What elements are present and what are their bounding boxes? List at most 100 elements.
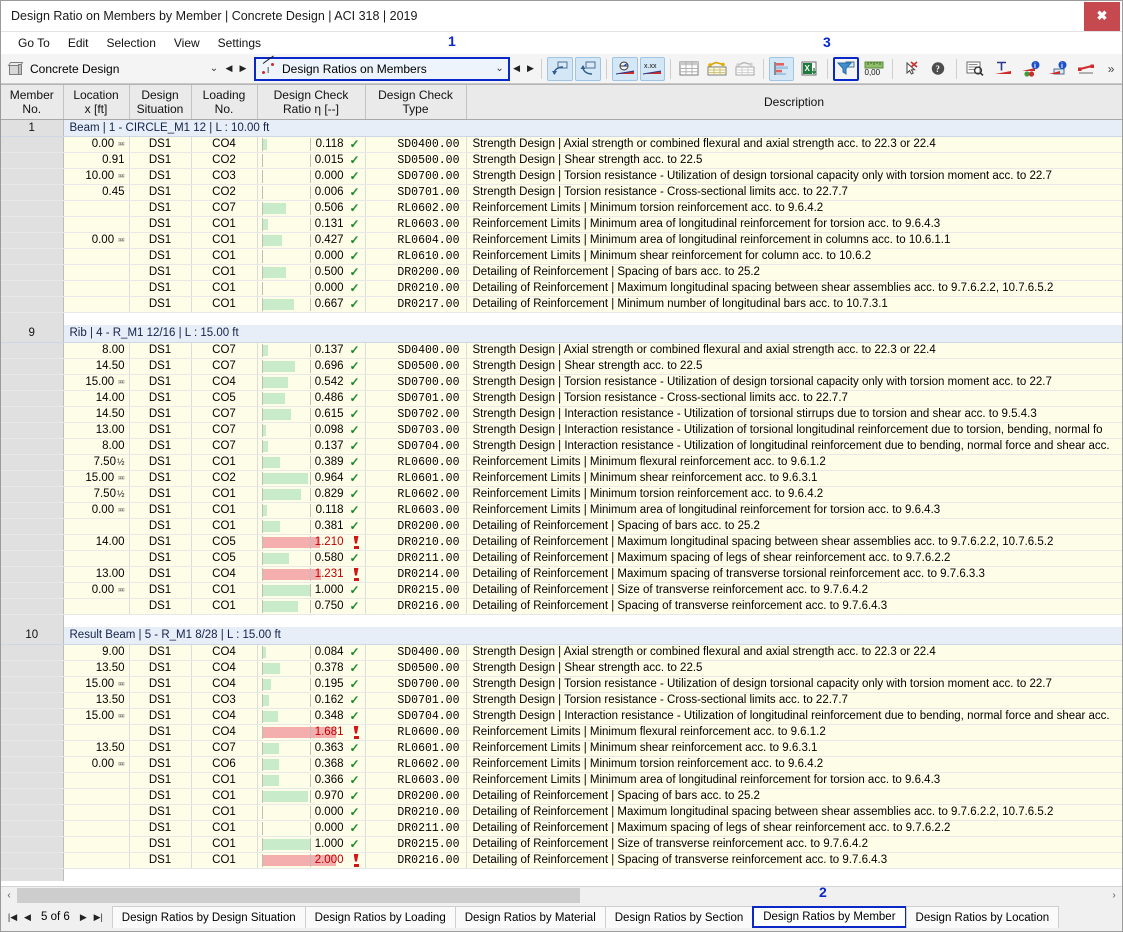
table-row[interactable]: 14.00 DS1 CO5 1.210 DR0210.00 Detailing of Re… [1, 534, 1122, 551]
table-prev-button[interactable]: ◀ [510, 63, 524, 74]
help-icon[interactable]: ? [925, 57, 951, 81]
horizontal-scrollbar[interactable]: ‹ › 2 [1, 884, 1122, 903]
group-header-row[interactable]: 9 Rib | 4 - R_M1 12/16 | L : 15.00 ft [1, 325, 1122, 343]
menu-item-settings[interactable]: Settings [209, 34, 270, 52]
table-row[interactable]: 14.00 DS1 CO5 0.486 ✓ SD0701.00 Strength Desig… [1, 390, 1122, 407]
menu-item-view[interactable]: View [165, 34, 209, 52]
table-row[interactable]: DS1 CO1 0.750 ✓ DR0216.00 Detailing of Reinfo… [1, 598, 1122, 615]
menu-item-go-to[interactable]: Go To [9, 34, 59, 52]
table-row[interactable]: 0.00 ≖ DS1 CO1 0.118 ✓ RL0603.00 Reinforcement … [1, 502, 1122, 519]
page-next-button[interactable]: ▶ [76, 912, 91, 923]
scroll-right-button[interactable]: › [1106, 890, 1122, 901]
module-next-button[interactable]: ▶ [236, 63, 250, 74]
module-combo[interactable]: Concrete Design ⌄ ◀ ▶ [1, 57, 250, 81]
scroll-track[interactable] [17, 887, 1106, 903]
chart-icon[interactable] [768, 56, 795, 81]
col-header-design-check-ratio[interactable]: Design Check Ratio η [--] [257, 85, 366, 120]
col-header-location[interactable]: Location x [ft] [63, 85, 130, 120]
table-row[interactable]: DS1 CO4 1.681 RL0600.00 Reinforcement Limits… [1, 724, 1122, 741]
chevron-down-icon[interactable]: ⌄ [206, 63, 222, 74]
table-all-icon[interactable] [676, 57, 702, 81]
table-row[interactable]: DS1 CO1 0.131 ✓ RL0603.00 Reinforcement Limit… [1, 216, 1122, 233]
table-row[interactable]: DS1 CO1 0.366 ✓ RL0603.00 Reinforcement Limit… [1, 772, 1122, 789]
table-row[interactable]: 0.00 ≖ DS1 CO4 0.118 ✓ SD0400.00 Strength Desig… [1, 136, 1122, 153]
table-row[interactable]: 15.00 ≖ DS1 CO2 0.964 ✓ RL0601.00 Reinforcement… [1, 470, 1122, 487]
col-header-design-situation[interactable]: Design Situation [129, 85, 192, 120]
module-prev-button[interactable]: ◀ [222, 63, 236, 74]
table-row[interactable]: 8.00 DS1 CO7 0.137 ✓ SD0704.00 Strength Design… [1, 438, 1122, 455]
info-colors-icon[interactable]: i [1018, 57, 1044, 81]
table-filled-icon[interactable] [704, 57, 730, 81]
select-in-table-icon[interactable] [575, 56, 601, 81]
table-selector-combo[interactable]: I Design Ratios on Members ⌄ [254, 54, 510, 81]
tab-design-ratios-by-member[interactable]: Design Ratios by Member [752, 906, 907, 928]
group-header-row[interactable]: 10 Result Beam | 5 - R_M1 8/28 | L : 15.0… [1, 627, 1122, 645]
table-row[interactable]: 15.00 ≖ DS1 CO4 0.195 ✓ SD0700.00 Strength Desi… [1, 676, 1122, 693]
table-row[interactable]: DS1 CO1 0.381 ✓ DR0200.00 Detailing of Reinfo… [1, 518, 1122, 535]
group-header-row[interactable]: 1 Beam | 1 - CIRCLE_M1 12 | L : 10.00 ft [1, 119, 1122, 137]
tab-design-ratios-by-loading[interactable]: Design Ratios by Loading [304, 906, 456, 928]
table-row[interactable]: DS1 CO1 0.000 ✓ DR0210.00 Detailing of Reinfo… [1, 280, 1122, 297]
table-row[interactable]: 0.00 ≖ DS1 CO1 1.000 ✓ DR0215.00 Detailing of R… [1, 582, 1122, 599]
col-header-design-check-type[interactable]: Design Check Type [365, 85, 467, 120]
table-row[interactable]: 14.50 DS1 CO7 0.696 ✓ SD0500.00 Strength Desig… [1, 358, 1122, 375]
table-row[interactable]: 14.50 DS1 CO7 0.615 ✓ SD0702.00 Strength Desig… [1, 406, 1122, 423]
show-results-icon[interactable] [611, 56, 638, 81]
table-row[interactable]: 7.50½ DS1 CO1 0.389 ✓ RL0600.00 Reinforcement … [1, 454, 1122, 471]
table-row[interactable]: 13.50 DS1 CO4 0.378 ✓ SD0500.00 Strength Desig… [1, 660, 1122, 677]
select-in-graphic-icon[interactable] [547, 56, 574, 81]
page-prev-button[interactable]: ◀ [20, 912, 35, 923]
table-row[interactable]: 9.00 DS1 CO4 0.084 ✓ SD0400.00 Strength Design… [1, 644, 1122, 661]
tab-design-ratios-by-material[interactable]: Design Ratios by Material [454, 906, 606, 928]
table-row[interactable]: 13.00 DS1 CO4 1.231 DR0214.00 Detailing of Re… [1, 566, 1122, 583]
reference-icon[interactable] [1073, 57, 1099, 81]
scroll-thumb[interactable] [17, 887, 580, 903]
menu-item-edit[interactable]: Edit [59, 34, 98, 52]
col-header-member-no[interactable]: Member No. [1, 85, 64, 120]
col-header-description[interactable]: Description [466, 85, 1122, 120]
table-row[interactable]: DS1 CO1 2.000 DR0216.00 Detailing of Reinfor… [1, 852, 1122, 869]
table-row[interactable]: 7.50½ DS1 CO1 0.829 ✓ RL0602.00 Reinforcement … [1, 486, 1122, 503]
table-row[interactable]: 0.91 DS1 CO2 0.015 ✓ SD0500.00 Strength Design… [1, 152, 1122, 169]
table-row[interactable]: 15.00 ≖ DS1 CO4 0.542 ✓ SD0700.00 Strength Desi… [1, 374, 1122, 391]
table-row[interactable]: 8.00 DS1 CO7 0.137 ✓ SD0400.00 Strength Design… [1, 342, 1122, 359]
tab-design-ratios-by-location[interactable]: Design Ratios by Location [905, 906, 1060, 928]
info-marker-icon[interactable]: i [1046, 57, 1072, 81]
page-first-button[interactable]: |◀ [5, 912, 20, 923]
table-row[interactable]: 0.00 ≖ DS1 CO1 0.427 ✓ RL0604.00 Reinforcement … [1, 232, 1122, 249]
find-icon[interactable] [962, 57, 988, 81]
show-values-icon[interactable]: x.xx [639, 56, 666, 81]
col-header-loading-no[interactable]: Loading No. [191, 85, 258, 120]
table-body[interactable]: 1 Beam | 1 - CIRCLE_M1 12 | L : 10.00 ft 0… [1, 119, 1122, 881]
decimal-places-icon[interactable]: 0,00 [861, 57, 887, 81]
table-row[interactable]: 13.50 DS1 CO3 0.162 ✓ SD0701.00 Strength Desig… [1, 692, 1122, 709]
export-excel-icon[interactable]: X [796, 57, 822, 81]
filter-icon[interactable] [833, 56, 859, 81]
table-row[interactable]: 15.00 ≖ DS1 CO4 0.348 ✓ SD0704.00 Strength Desi… [1, 708, 1122, 725]
table-row[interactable]: DS1 CO1 0.970 ✓ DR0200.00 Detailing of Reinfo… [1, 788, 1122, 805]
table-row[interactable]: DS1 CO7 0.506 ✓ RL0602.00 Reinforcement Limit… [1, 200, 1122, 217]
table-row[interactable]: DS1 CO1 0.000 ✓ RL0610.00 Reinforcement Limit… [1, 248, 1122, 265]
table-row[interactable]: 13.50 DS1 CO7 0.363 ✓ RL0601.00 Reinforcement … [1, 740, 1122, 757]
table-row[interactable]: 13.00 DS1 CO7 0.098 ✓ SD0703.00 Strength Desig… [1, 422, 1122, 439]
tab-design-ratios-by-section[interactable]: Design Ratios by Section [604, 906, 754, 928]
tab-design-ratios-by-design-situation[interactable]: Design Ratios by Design Situation [111, 906, 306, 928]
table-row[interactable]: 0.45 DS1 CO2 0.006 ✓ SD0701.00 Strength Design… [1, 184, 1122, 201]
menu-item-selection[interactable]: Selection [98, 34, 165, 52]
table-row[interactable]: DS1 CO1 1.000 ✓ DR0215.00 Detailing of Reinfo… [1, 836, 1122, 853]
table-row[interactable]: DS1 CO1 0.000 ✓ DR0210.00 Detailing of Reinfo… [1, 804, 1122, 821]
scroll-left-button[interactable]: ‹ [1, 890, 17, 901]
page-last-button[interactable]: ▶| [91, 912, 106, 923]
table-row[interactable]: 0.00 ≖ DS1 CO6 0.368 ✓ RL0602.00 Reinforcement … [1, 756, 1122, 773]
units-icon[interactable] [990, 57, 1016, 81]
results-table-container[interactable]: Member No. Location x [ft] Design Situation… [1, 84, 1122, 886]
table-row[interactable]: DS1 CO1 0.667 ✓ DR0217.00 Detailing of Reinfo… [1, 296, 1122, 313]
table-row[interactable]: DS1 CO1 0.000 ✓ DR0211.00 Detailing of Reinfo… [1, 820, 1122, 837]
close-button[interactable]: ✖ [1084, 1, 1120, 31]
table-row[interactable]: 10.00 ≖ DS1 CO3 0.000 ✓ SD0700.00 Strength Desi… [1, 168, 1122, 185]
chevron-down-icon-2[interactable]: ⌄ [492, 63, 508, 74]
table-next-button[interactable]: ▶ [523, 63, 537, 74]
deselect-icon[interactable] [898, 57, 924, 81]
table-row[interactable]: DS1 CO1 0.500 ✓ DR0200.00 Detailing of Reinfo… [1, 264, 1122, 281]
toolbar-overflow-button[interactable]: » [1100, 62, 1122, 76]
